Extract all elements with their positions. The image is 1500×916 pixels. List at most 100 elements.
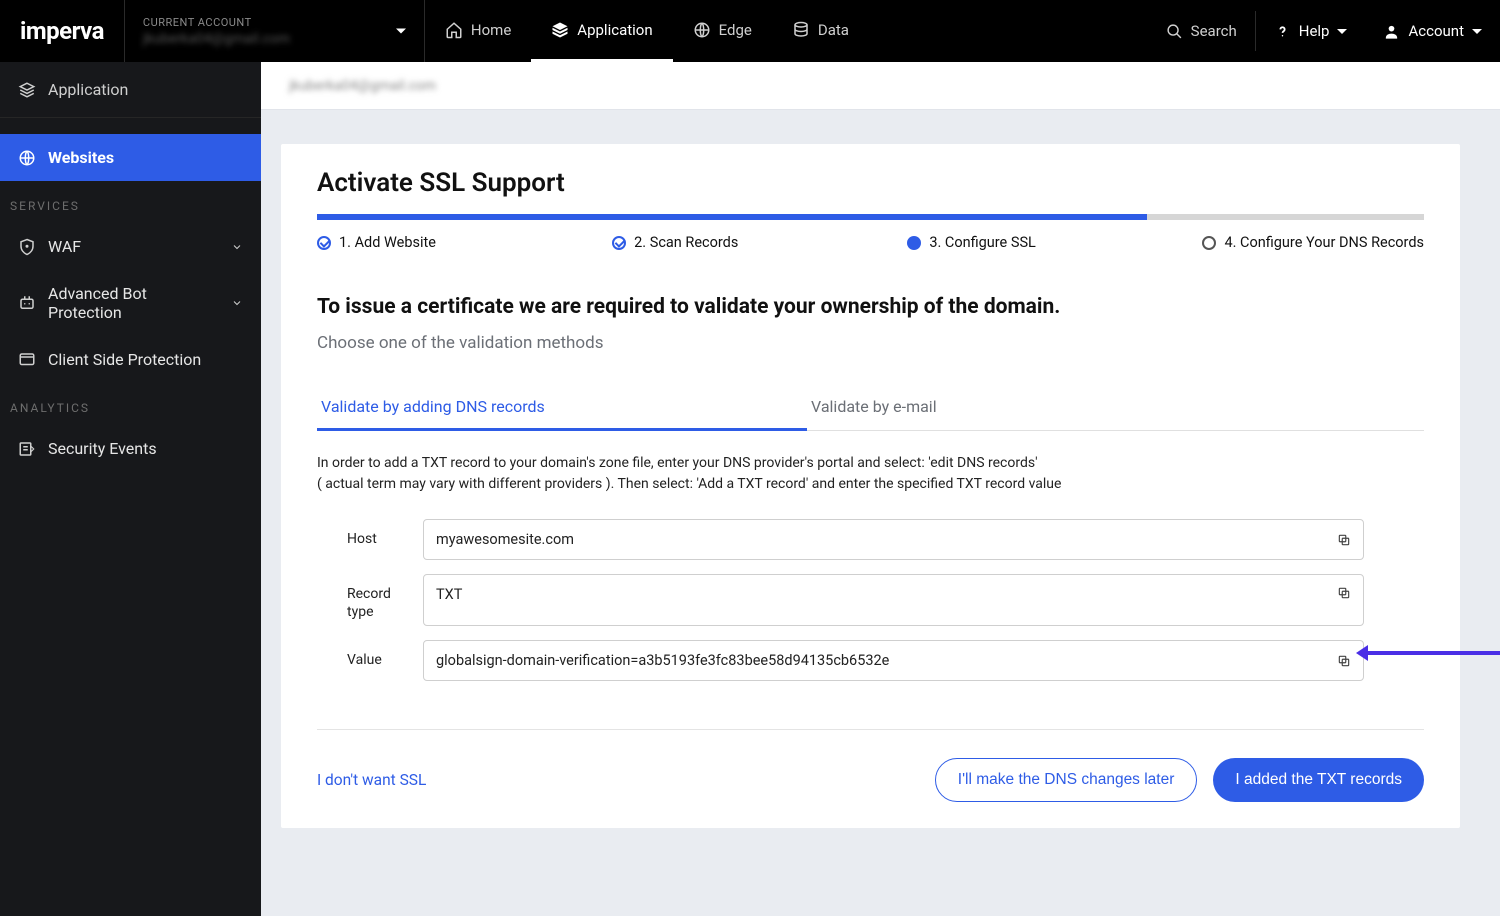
skip-ssl-link[interactable]: I don't want SSL — [317, 771, 426, 789]
host-value: myawesomesite.com — [436, 531, 574, 548]
recordtype-value: TXT — [436, 586, 462, 603]
step-label: 2. Scan Records — [634, 234, 738, 251]
copy-icon[interactable] — [1337, 533, 1351, 547]
nav-home-label: Home — [471, 21, 511, 39]
bot-icon — [18, 294, 36, 312]
help-line-1: In order to add a TXT record to your dom… — [317, 453, 1424, 474]
copy-icon[interactable] — [1337, 654, 1351, 668]
value-label: Value — [347, 640, 405, 670]
help-icon — [1274, 23, 1291, 40]
breadcrumb-text: jkuberka04@gmail.com — [289, 78, 436, 94]
tab-help-text: In order to add a TXT record to your dom… — [281, 431, 1460, 495]
user-icon — [1383, 23, 1400, 40]
account-label: Account — [1408, 22, 1464, 40]
search-button[interactable]: Search — [1148, 0, 1255, 62]
brand-logo[interactable]: imperva — [0, 0, 125, 62]
annotation-arrow — [1364, 651, 1500, 655]
stack-icon — [18, 81, 36, 99]
ssl-card: Activate SSL Support 1. Add Website 2. S… — [281, 144, 1460, 828]
step-check-icon — [317, 236, 331, 250]
row-host: Host myawesomesite.com — [347, 519, 1364, 560]
later-button[interactable]: I'll make the DNS changes later — [935, 758, 1198, 802]
value-field[interactable]: globalsign-domain-verification=a3b5193fe… — [423, 640, 1364, 681]
recordtype-label: Record type — [347, 574, 405, 621]
sidebar-item-websites[interactable]: Websites — [0, 134, 261, 181]
tab-label: Validate by adding DNS records — [321, 397, 545, 416]
step-check-icon — [612, 236, 626, 250]
validation-tabs: Validate by adding DNS records Validate … — [317, 387, 1424, 431]
help-label: Help — [1299, 22, 1330, 40]
nav-application[interactable]: Application — [531, 0, 672, 62]
browser-shield-icon — [18, 351, 36, 369]
sidebar-item-label: Security Events — [48, 439, 157, 458]
globe-icon — [18, 149, 36, 167]
step-label: 4. Configure Your DNS Records — [1224, 234, 1424, 251]
step-1: 1. Add Website — [317, 234, 612, 251]
host-label: Host — [347, 519, 405, 549]
search-icon — [1166, 23, 1183, 40]
host-field[interactable]: myawesomesite.com — [423, 519, 1364, 560]
primary-nav: Home Application Edge Data — [425, 0, 869, 62]
added-records-button[interactable]: I added the TXT records — [1213, 758, 1424, 802]
row-value: Value globalsign-domain-verification=a3b… — [347, 640, 1364, 681]
step-2: 2. Scan Records — [612, 234, 907, 251]
sidebar-item-csp[interactable]: Client Side Protection — [0, 336, 261, 383]
nav-data-label: Data — [818, 21, 849, 39]
stack-icon — [551, 21, 569, 39]
page-title: Activate SSL Support — [281, 168, 1460, 210]
nav-edge-label: Edge — [719, 21, 752, 39]
nav-application-label: Application — [577, 21, 652, 39]
account-button[interactable]: Account — [1365, 0, 1500, 62]
events-icon — [18, 440, 36, 458]
copy-icon[interactable] — [1337, 586, 1351, 600]
sidebar-section-analytics: ANALYTICS — [0, 383, 261, 425]
value-value: globalsign-domain-verification=a3b5193fe… — [436, 652, 889, 669]
steps-row: 1. Add Website 2. Scan Records 3. Config… — [317, 234, 1424, 251]
help-button[interactable]: Help — [1256, 0, 1366, 62]
account-switcher[interactable]: CURRENT ACCOUNT jkuberka04@gmail.com — [125, 0, 425, 62]
breadcrumb: jkuberka04@gmail.com — [261, 62, 1500, 110]
caret-down-icon — [1472, 29, 1482, 34]
account-value: jkuberka04@gmail.com — [143, 31, 406, 47]
caret-down-icon — [1337, 29, 1347, 34]
caret-down-icon — [396, 29, 406, 34]
main-content: jkuberka04@gmail.com Activate SSL Suppor… — [261, 62, 1500, 916]
home-icon — [445, 21, 463, 39]
sidebar-item-security-events[interactable]: Security Events — [0, 425, 261, 472]
sidebar-item-label: WAF — [48, 237, 81, 256]
subhead: Choose one of the validation methods — [317, 333, 1424, 353]
sidebar-item-abp[interactable]: Advanced Bot Protection — [0, 270, 261, 336]
recordtype-field[interactable]: TXT — [423, 574, 1364, 626]
tab-dns[interactable]: Validate by adding DNS records — [317, 387, 807, 431]
search-label: Search — [1191, 22, 1237, 40]
progress-fill — [317, 214, 1147, 220]
sidebar-section-services: SERVICES — [0, 181, 261, 223]
chevron-down-icon — [231, 241, 243, 253]
sidebar-item-waf[interactable]: WAF — [0, 223, 261, 270]
shield-icon — [18, 238, 36, 256]
footer-row: I don't want SSL I'll make the DNS chang… — [317, 729, 1424, 802]
tab-label: Validate by e-mail — [811, 397, 937, 416]
headline: To issue a certificate we are required t… — [317, 295, 1424, 319]
sidebar-item-label: Advanced Bot Protection — [48, 284, 219, 322]
nav-data[interactable]: Data — [772, 0, 869, 62]
sidebar-header-label: Application — [48, 80, 128, 99]
topbar-right: Search Help Account — [1148, 0, 1500, 62]
sidebar-item-label: Client Side Protection — [48, 350, 201, 369]
nav-edge[interactable]: Edge — [673, 0, 772, 62]
nav-home[interactable]: Home — [425, 0, 531, 62]
step-4: 4. Configure Your DNS Records — [1202, 234, 1424, 251]
globe-icon — [693, 21, 711, 39]
progress-bar — [317, 214, 1424, 220]
step-label: 1. Add Website — [339, 234, 436, 251]
step-current-icon — [907, 236, 921, 250]
chevron-down-icon — [231, 297, 243, 309]
tab-email[interactable]: Validate by e-mail — [807, 387, 1297, 430]
sidebar: Application Websites SERVICES WAF Advanc… — [0, 62, 261, 916]
database-icon — [792, 21, 810, 39]
brand-text: imperva — [20, 17, 104, 45]
step-pending-icon — [1202, 236, 1216, 250]
step-3: 3. Configure SSL — [907, 234, 1202, 251]
account-label: CURRENT ACCOUNT — [143, 16, 406, 29]
row-recordtype: Record type TXT — [347, 574, 1364, 626]
